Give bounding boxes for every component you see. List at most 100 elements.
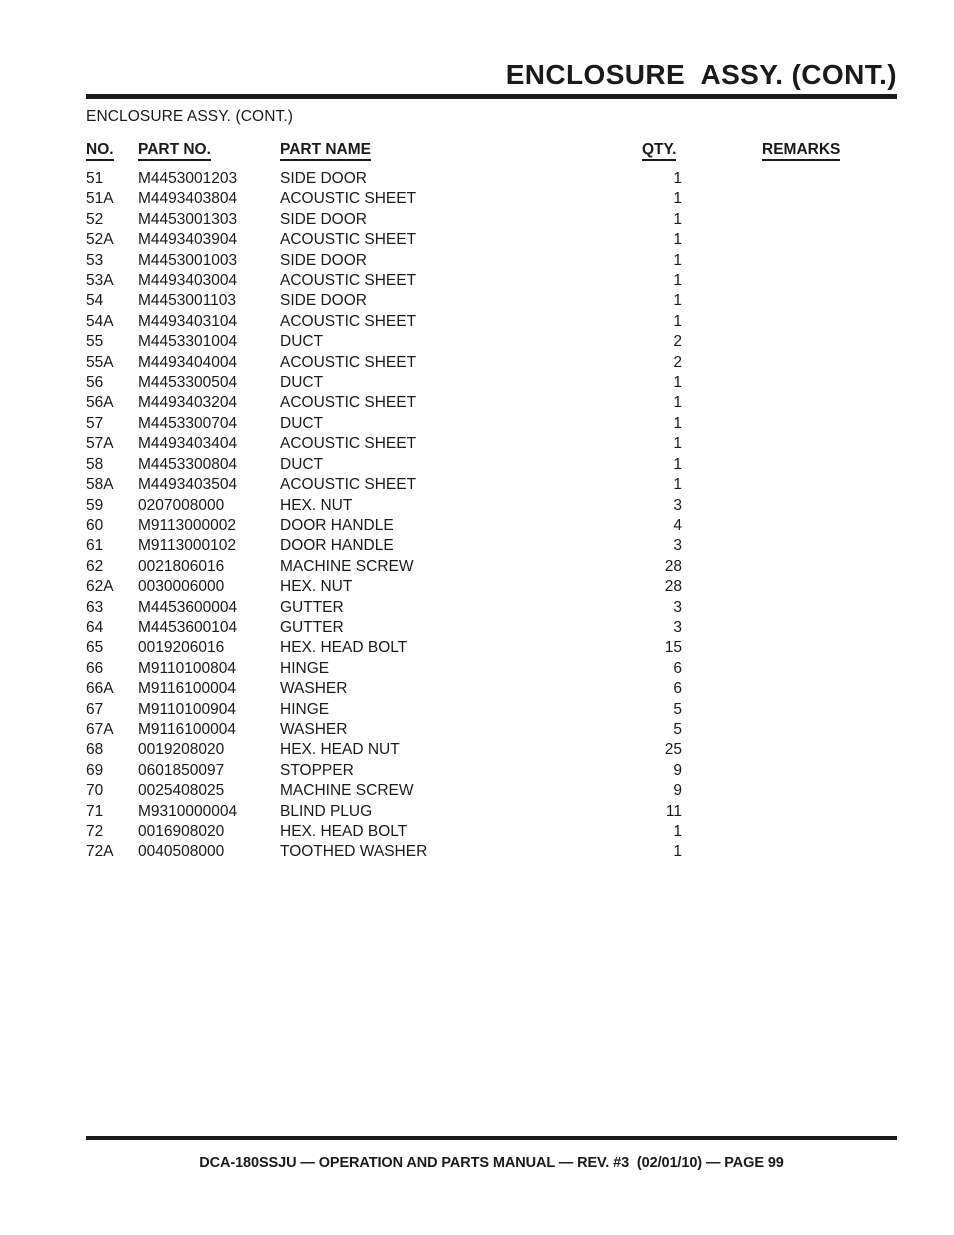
cell-qty: 5 [673,720,682,738]
cell-qty: 3 [673,618,682,636]
cell-no: 53 [86,251,104,269]
cell-qty: 1 [673,292,682,310]
column-header-remarks: REMARKS [700,140,897,169]
cell-remarks [700,251,897,271]
cell-no: 57A [86,435,114,453]
cell-part-no: M4493404004 [138,353,238,371]
cell-no: 67A [86,720,114,738]
cell-qty: 1 [673,843,682,861]
cell-remarks [700,822,897,842]
cell-remarks [700,679,897,699]
cell-no: 51A [86,190,114,208]
cell-qty: 28 [664,557,682,575]
cell-qty: 9 [673,782,682,800]
table-body: 51 M4453001203 SIDE DOOR 1 51A M4493403804 ACO… [86,169,897,863]
cell-part-name: DUCT [280,333,324,351]
table-row: 67 M9110100904 HINGE 5 [86,700,897,720]
cell-part-name: DUCT [280,455,324,473]
column-header-part-no-label: PART NO. [138,141,211,161]
cell-remarks [700,659,897,679]
cell-part-no: M9110100904 [138,700,236,718]
cell-no: 58A [86,476,114,494]
cell-part-no: 0016908020 [138,823,225,840]
table-row: 72A 0040508000 TOOTHED WASHER 1 [86,842,897,862]
cell-qty: 6 [673,680,682,698]
cell-part-no: M4453300804 [138,455,238,473]
cell-part-name: HEX. HEAD BOLT [280,639,408,657]
cell-part-no: 0040508000 [138,843,225,861]
cell-part-name: TOOTHED WASHER [280,843,428,861]
cell-remarks [700,332,897,352]
cell-remarks [700,618,897,638]
cell-no: 57 [86,414,104,432]
cell-remarks [700,740,897,760]
cell-qty: 1 [673,272,682,290]
cell-remarks [700,210,897,230]
table-row: 52 M4453001303 SIDE DOOR 1 [86,210,897,230]
cell-qty: 3 [673,537,682,555]
cell-no: 52 [86,210,104,228]
cell-remarks [700,475,897,495]
cell-no: 54 [86,292,104,310]
cell-part-no: M4453300704 [138,414,238,432]
cell-part-name: HEX. HEAD NUT [280,741,400,759]
cell-part-name: ACOUSTIC SHEET [280,272,417,290]
table-row: 64 M4453600104 GUTTER 3 [86,618,897,638]
cell-part-no: M4493403004 [138,272,238,290]
cell-part-name: ACOUSTIC SHEET [280,190,417,208]
cell-part-name: STOPPER [280,761,354,779]
cell-remarks [700,393,897,413]
cell-part-no: M4453001203 [138,170,238,187]
cell-part-no: M9116100004 [138,720,236,738]
cell-qty: 3 [673,496,682,514]
table-row: 58A M4493403504 ACOUSTIC SHEET 1 [86,475,897,495]
cell-part-no: 0025408025 [138,782,225,800]
cell-part-no: M4493403404 [138,435,238,453]
table-row: 65 0019206016 HEX. HEAD BOLT 15 [86,638,897,658]
cell-no: 70 [86,782,104,800]
cell-qty: 1 [673,455,682,473]
column-header-qty-label: QTY. [642,141,677,161]
cell-qty: 6 [673,659,682,677]
table-row: 53A M4493403004 ACOUSTIC SHEET 1 [86,271,897,291]
cell-qty: 1 [673,190,682,208]
cell-part-name: BLIND PLUG [280,802,373,820]
document-page: ENCLOSURE ASSY. (CONT.) ENCLOSURE ASSY. … [0,0,954,1235]
table-row: 58 M4453300804 DUCT 1 [86,455,897,475]
page-title: ENCLOSURE ASSY. (CONT.) [505,59,897,90]
section-subtitle: ENCLOSURE ASSY. (CONT.) [86,108,294,125]
cell-part-name: ACOUSTIC SHEET [280,435,417,453]
cell-part-no: M9116100004 [138,680,236,698]
table-row: 62 0021806016 MACHINE SCREW 28 [86,557,897,577]
cell-part-no: 0019208020 [138,741,225,759]
cell-no: 66A [86,680,114,698]
table-row: 59 0207008000 HEX. NUT 3 [86,496,897,516]
cell-qty: 9 [673,761,682,779]
table-header: NO. PART NO. PART NAME QTY. REMARKS [86,140,897,169]
cell-part-name: DOOR HANDLE [280,516,394,534]
cell-no: 56 [86,374,104,392]
cell-remarks [700,291,897,311]
cell-part-name: GUTTER [280,598,344,616]
cell-remarks [700,312,897,332]
cell-part-no: 0030006000 [138,578,225,596]
cell-qty: 11 [665,802,682,820]
cell-part-no: M4493403204 [138,394,238,412]
cell-part-name: MACHINE SCREW [280,782,414,800]
cell-part-no: M4453300504 [138,374,238,392]
table-row: 62A 0030006000 HEX. NUT 28 [86,577,897,597]
cell-remarks [700,638,897,658]
cell-qty: 25 [664,741,682,759]
cell-part-no: M9113000102 [138,537,236,555]
cell-qty: 1 [673,476,682,494]
column-header-part-no: PART NO. [138,140,280,169]
cell-remarks [700,761,897,781]
cell-part-no: 0021806016 [138,557,225,575]
table-row: 53 M4453001003 SIDE DOOR 1 [86,251,897,271]
cell-part-name: MACHINE SCREW [280,557,414,575]
cell-no: 69 [86,761,104,779]
cell-qty: 28 [664,578,682,596]
cell-part-name: HINGE [280,659,330,677]
table-row: 70 0025408025 MACHINE SCREW 9 [86,781,897,801]
cell-part-no: M4493403904 [138,231,238,249]
